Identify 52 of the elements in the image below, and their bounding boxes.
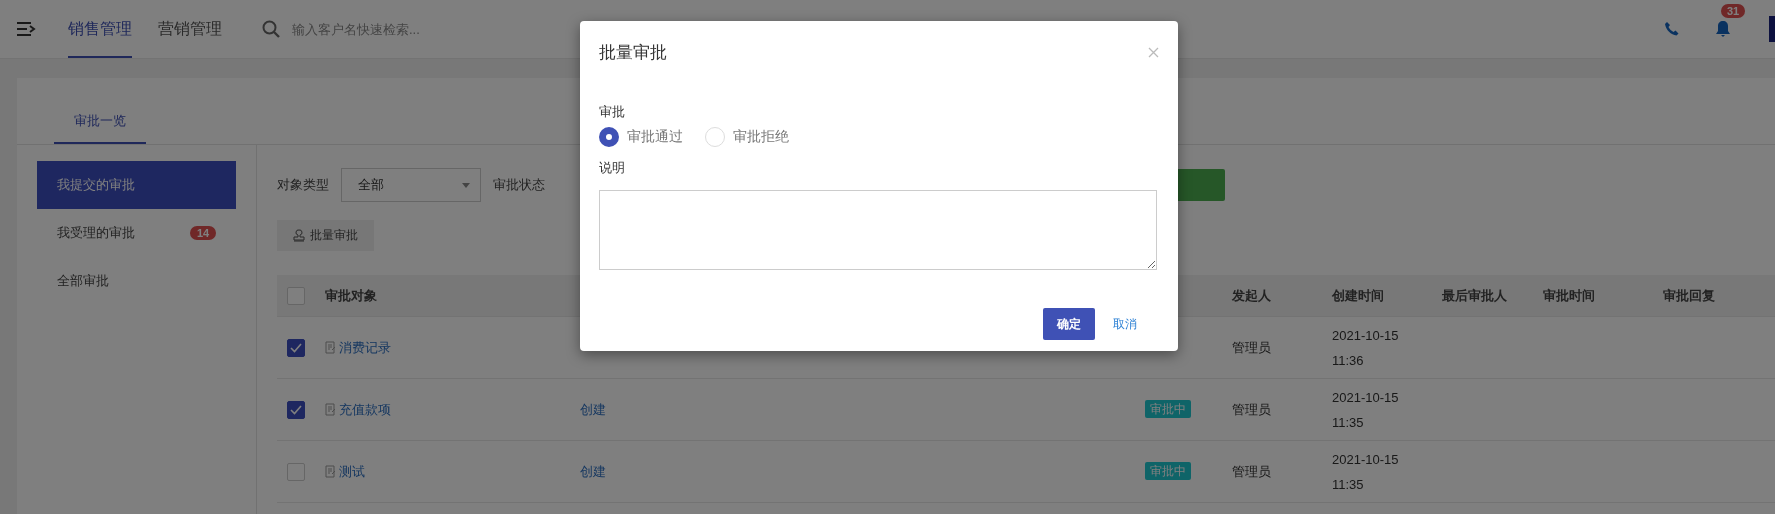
count-badge: 14	[190, 226, 217, 240]
menu-icon[interactable]	[16, 21, 36, 37]
document-icon	[325, 403, 337, 416]
column-header: 审批回复	[1663, 287, 1715, 303]
action-link[interactable]: 创建	[580, 463, 606, 479]
status-tag: 审批中	[1145, 462, 1191, 480]
dialog-title: 批量审批	[599, 41, 667, 64]
record-link[interactable]: 测试	[339, 462, 365, 481]
document-icon	[325, 341, 337, 354]
table-cell-text: 2021-10-15 11:36	[1332, 326, 1400, 370]
description-field[interactable]	[599, 190, 1157, 270]
field-label: 审批	[599, 103, 626, 121]
radio-label[interactable]: 审批拒绝	[733, 128, 789, 146]
filter-label: 对象类型	[277, 176, 329, 194]
table-cell-text: 2021-10-15 11:35	[1332, 388, 1400, 432]
table-cell: 管理员	[1232, 463, 1271, 479]
table-cell: 管理员	[1232, 339, 1271, 355]
column-header: 审批对象	[325, 286, 377, 305]
caret-icon	[462, 182, 470, 188]
sidebar-item[interactable]: 全部审批	[37, 257, 236, 305]
nav-tab[interactable]: 销售管理	[68, 0, 132, 58]
table-cell: 管理员	[1232, 401, 1271, 417]
checkbox[interactable]	[287, 400, 305, 419]
column-header: 发起人	[1232, 287, 1271, 303]
notification-badge: 31	[1721, 4, 1746, 18]
sidebar-item[interactable]: 我受理的审批 14	[37, 209, 236, 257]
record-link[interactable]: 消费记录	[339, 338, 391, 357]
object-type-select[interactable]: 全部	[341, 168, 481, 202]
field-label: 说明	[599, 159, 626, 177]
search-icon	[262, 20, 280, 38]
table-cell-text: 2021-10-15 11:35	[1332, 450, 1400, 494]
column-header: 审批时间	[1543, 287, 1595, 303]
radio-label[interactable]: 审批通过	[627, 128, 683, 146]
stamp-icon	[293, 229, 305, 242]
sidebar-item[interactable]: 我提交的审批	[37, 161, 236, 209]
document-icon	[325, 465, 337, 478]
close-icon[interactable]	[1148, 46, 1159, 58]
bell-icon[interactable]	[1715, 20, 1731, 38]
radio-button[interactable]	[599, 127, 619, 147]
nav-tab[interactable]: 营销管理	[158, 0, 222, 58]
confirm-button[interactable]: 确定	[1043, 308, 1095, 340]
column-header: 创建时间	[1332, 287, 1384, 303]
checkbox[interactable]	[287, 338, 305, 357]
status-tag: 审批中	[1145, 400, 1191, 418]
filter-label: 审批状态	[493, 176, 545, 194]
column-header: 最后审批人	[1442, 287, 1507, 303]
logo-icon	[1769, 16, 1775, 42]
batch-approve-button[interactable]: 批量审批	[277, 220, 374, 251]
record-link[interactable]: 充值款项	[339, 400, 391, 419]
cancel-button[interactable]: 取消	[1099, 308, 1151, 340]
phone-icon[interactable]	[1664, 21, 1680, 37]
action-link[interactable]: 创建	[580, 401, 606, 417]
